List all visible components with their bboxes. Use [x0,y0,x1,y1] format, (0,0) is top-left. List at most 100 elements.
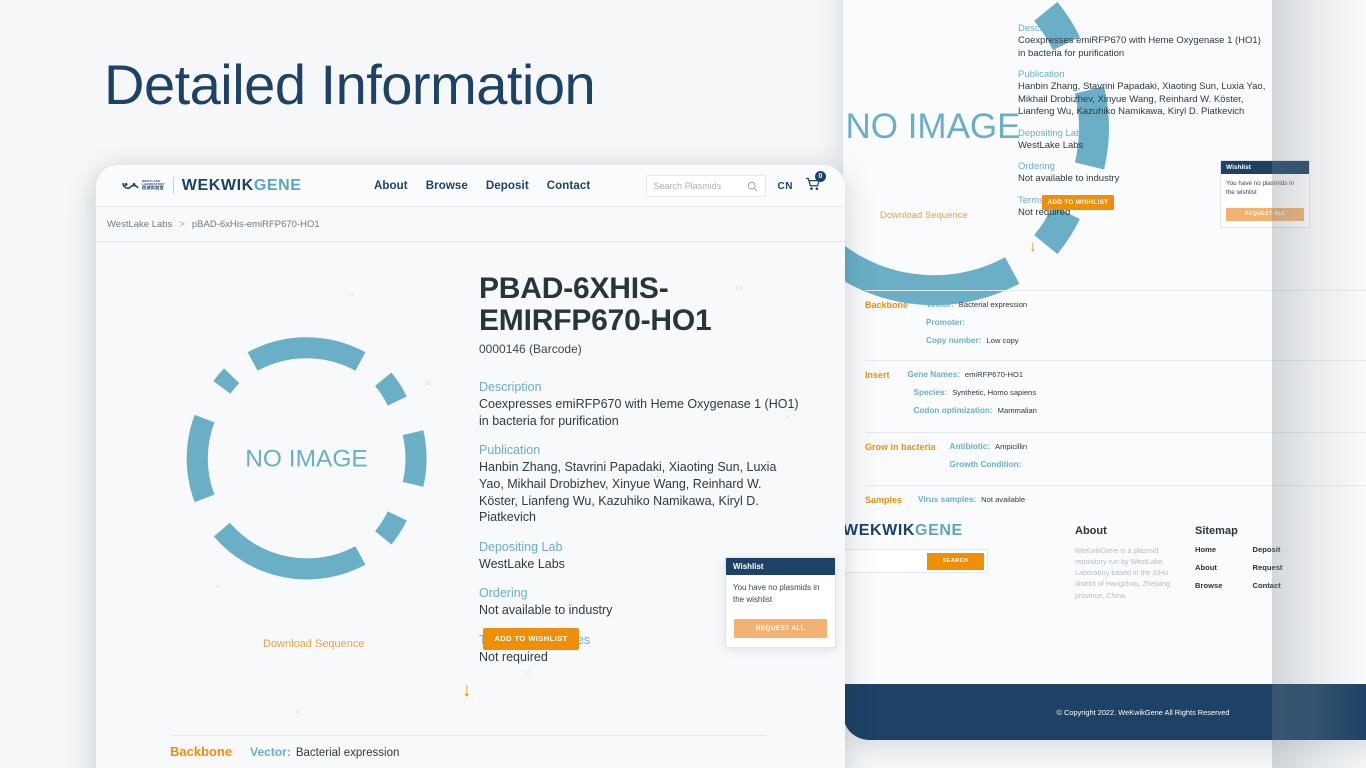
nav-link-contact[interactable]: Contact [547,180,591,192]
bg-no-image-label: NO IMAGE [845,107,1020,146]
bg-download-sequence-link[interactable]: Download Sequence [880,210,968,221]
slide-canvas: Detailed Information NO IMAGE PBAD-6XHIS… [0,0,1366,768]
bg-wishlist-empty-text: You have no plasmids in the wishlist [1226,180,1295,197]
bg-field-label-description: Description [1018,23,1066,34]
westlake-eyes-icon [122,182,139,189]
page-title: Detailed Information [104,53,596,116]
site-header: WESTLAKE LABORATORY 西湖实验室 WEKWIKGENE Abo… [96,165,845,207]
bg-value-vector: Bacterial expression [958,300,1028,309]
wishlist-empty-text: You have no plasmids in the wishlist [733,583,820,604]
bg-copyright: © Copyright 2022. WeKwikGene All Rights … [843,684,1366,740]
field-label-publication: Publication [479,443,541,458]
bg-footer-logo: WEKWIKGENE [843,523,963,539]
search-placeholder: Search Plasmids [653,181,722,191]
wekwikgene-wordmark: WEKWIKGENE [181,176,302,194]
decorative-speck [526,670,531,675]
bg-section-insert: Insert Gene Names: emiRFP670-HO1 Species:… [865,370,1037,424]
bg-field-label-publication: Publication [1018,69,1065,81]
bg-sitemap-link-browse[interactable]: Browse [1195,581,1253,590]
bg-value-antibiotic: Ampicillin [995,442,1028,451]
decorative-speck [351,293,354,296]
bg-key-vector: Vector: [926,300,954,309]
bg-footer: WEKWIKGENE SEARCH About WeKwikGene is a … [843,509,1366,684]
plasmid-detail-page-card: WESTLAKE LABORATORY 西湖实验室 WEKWIKGENE Abo… [96,165,845,768]
bg-key-virus-samples: Virus samples: [918,495,977,504]
bg-scroll-down-arrow-icon[interactable]: ↓ [1029,238,1037,255]
section-backbone: Backbone Vector: Bacterial expression [170,743,399,761]
breadcrumb: WestLake Labs > pBAD-6xHis-emiRFP670-HO1 [96,207,845,242]
bg-footer-about-heading: About [1075,525,1107,537]
wishlist-panel: Wishlist You have no plasmids in the wis… [725,557,836,649]
search-icon[interactable] [747,181,758,192]
bg-field-value-depositing-lab: WestLake Labs [1018,139,1084,151]
header-utilities: Search Plasmids CN 0 [645,165,826,207]
download-sequence-link[interactable]: Download Sequence [263,638,365,650]
bg-section-title-insert: Insert [865,370,890,380]
breadcrumb-separator: > [179,218,185,230]
no-image-ring-icon: NO IMAGE [186,337,427,580]
cart-button[interactable]: 0 [805,170,826,196]
field-value-publication: Hanbin Zhang, Stavrini Papadaki, Xiaotin… [479,460,777,525]
wordmark-part-a: WEKWIK [181,176,254,194]
field-value-terms: Not required [479,650,548,664]
wishlist-title: Wishlist [726,558,835,575]
field-label-depositing-lab: Depositing Lab [479,539,563,554]
section-divider [170,735,767,736]
bg-footer-sitemap-heading: Sitemap [1195,525,1238,537]
bg-key-growth-condition: Growth Condition: [949,460,1022,469]
bg-footer-about-text: WeKwikGene is a plasmid repository run b… [1075,546,1171,600]
breadcrumb-root[interactable]: WestLake Labs [107,219,172,230]
bg-value-virus-samples: Not available [981,495,1026,504]
nav-link-deposit[interactable]: Deposit [486,180,529,192]
no-image-label: NO IMAGE [245,446,368,473]
bg-key-species: Species: [913,388,948,397]
main-navigation: About Browse Deposit Contact [374,165,590,207]
scroll-down-arrow-icon[interactable]: ↓ [462,680,472,702]
plasmid-barcode: 0000146 (Barcode) [479,342,582,356]
bg-key-promoter: Promoter: [926,318,966,327]
field-label-description: Description [479,380,542,394]
bg-add-to-wishlist-button[interactable]: ADD TO WISHLIST [1042,195,1114,210]
cart-count-badge: 0 [815,170,826,182]
background-page-screenshot: NO IMAGE PBAD-6XHIS-EMIRFP670-HO1 000014… [843,0,1366,740]
bg-value-codon-optimization: Mammalian [997,406,1037,415]
bg-footer-search-button[interactable]: SEARCH [927,552,984,570]
bg-section-backbone: Backbone Vector: Bacterial expression Pro… [865,300,1027,354]
bg-sitemap-link-about[interactable]: About [1195,563,1253,572]
bg-sitemap-link-deposit[interactable]: Deposit [1253,545,1311,554]
bg-field-value-publication: Hanbin Zhang, Stavrini Papadaki, Xiaotin… [1018,81,1266,118]
bg-sitemap-link-home[interactable]: Home [1195,545,1253,554]
logo-divider [172,177,174,194]
bg-key-copy-number: Copy number: [926,336,982,345]
wordmark-part-b: GENE [253,176,302,194]
site-logo[interactable]: WESTLAKE LABORATORY 西湖实验室 WEKWIKGENE [122,177,302,194]
key-vector: Vector: [250,745,291,759]
bg-field-value-description: Coexpresses emiRFP670 with Heme Oxygenas… [1018,35,1261,59]
bg-sitemap-link-contact[interactable]: Contact [1253,581,1311,590]
field-value-description: Coexpresses emiRFP670 with Heme Oxygenas… [479,397,799,428]
bg-key-codon-optimization: Codon optimization: [913,406,993,415]
westlake-wordmark: WESTLAKE LABORATORY 西湖实验室 [142,180,165,190]
nav-link-about[interactable]: About [374,180,408,192]
bg-value-gene-names: emiRFP670-HO1 [964,370,1024,379]
language-toggle-cn[interactable]: CN [778,181,793,192]
section-title-backbone: Backbone [170,744,233,759]
westlake-laboratory-mark-icon: WESTLAKE LABORATORY 西湖实验室 [122,180,165,192]
bg-key-gene-names: Gene Names: [907,370,960,379]
request-all-button[interactable]: REQUEST ALL [734,619,827,639]
bg-sitemap-link-request[interactable]: Request [1253,563,1311,572]
bg-section-title-backbone: Backbone [865,300,909,310]
bg-field-label-depositing-lab: Depositing Lab [1018,127,1082,139]
bg-key-antibiotic: Antibiotic: [949,442,991,451]
bg-request-all-button[interactable]: REQUEST ALL [1226,208,1304,222]
plasmid-title: PBAD-6XHIS-EMIRFP670-HO1 [479,272,712,338]
bg-footer-search-input[interactable]: SEARCH [843,549,988,573]
nav-link-browse[interactable]: Browse [426,180,468,192]
plasmid-map-placeholder: NO IMAGE [184,336,429,586]
add-to-wishlist-button[interactable]: ADD TO WISHLIST [483,628,579,650]
bg-footer-sitemap-links: Home Deposit About Request Browse Contac… [1195,545,1310,599]
bg-wishlist-title: Wishlist [1221,161,1309,174]
bg-section-grow-in-bacteria: Grow in bacteria Antibiotic: Ampicillin G… [865,442,1027,478]
bg-section-title-grow-in-bacteria: Grow in bacteria [865,442,936,452]
search-input[interactable]: Search Plasmids [645,175,766,197]
